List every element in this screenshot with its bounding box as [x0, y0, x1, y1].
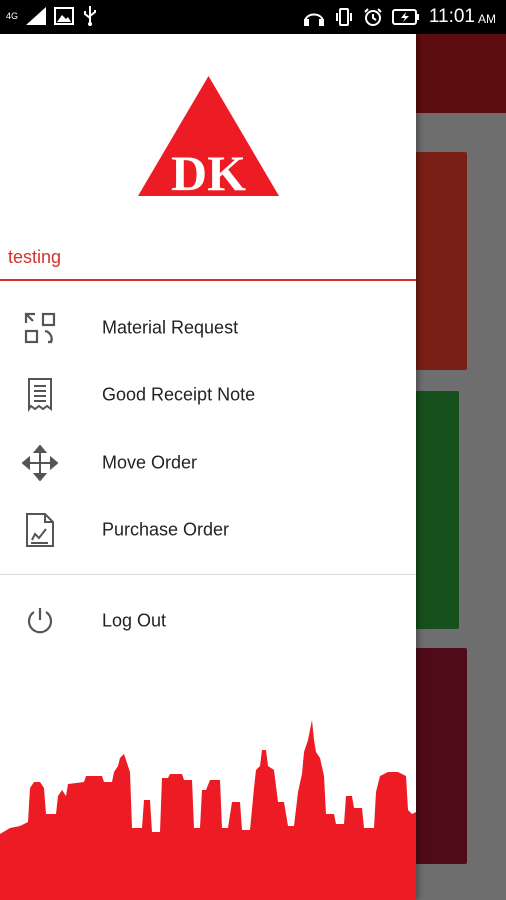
background-card	[415, 648, 467, 864]
svg-text:DK: DK	[171, 145, 246, 196]
logout-label: Log Out	[102, 610, 167, 631]
menu-divider	[0, 574, 416, 575]
purchase-order-icon	[22, 512, 58, 548]
clock-time: 11:01	[428, 6, 475, 27]
power-icon	[22, 603, 58, 639]
clock-ampm: AM	[478, 12, 496, 26]
drawer-menu: Material Request Good Receipt Note Move …	[0, 294, 416, 564]
headset-icon	[303, 8, 325, 26]
status-bar: 4G 11:01 AM	[0, 0, 506, 34]
menu-item-move-order[interactable]: Move Order	[0, 429, 416, 497]
menu-item-label: Purchase Order	[102, 519, 230, 540]
company-logo: DK	[138, 76, 279, 201]
signal-icon	[26, 7, 47, 25]
navigation-drawer: DK testing Material Request Good Receipt…	[0, 34, 416, 900]
menu-item-label: Move Order	[102, 452, 198, 473]
menu-item-good-receipt-note[interactable]: Good Receipt Note	[0, 362, 416, 430]
menu-item-material-request[interactable]: Material Request	[0, 294, 416, 362]
network-type: 4G	[6, 11, 19, 21]
city-skyline-illustration	[0, 710, 416, 900]
receipt-icon	[22, 377, 58, 413]
menu-item-purchase-order[interactable]: Purchase Order	[0, 497, 416, 565]
menu-item-label: Material Request	[102, 317, 239, 338]
user-name: testing	[8, 247, 62, 267]
background-card	[415, 152, 467, 370]
vibrate-icon	[334, 7, 354, 27]
move-arrows-icon	[22, 444, 58, 481]
background-card	[415, 391, 459, 629]
header-divider	[0, 279, 416, 281]
usb-icon	[82, 6, 98, 26]
battery-icon	[391, 9, 420, 25]
gallery-icon	[54, 7, 75, 25]
material-request-icon	[22, 310, 58, 346]
logout-button[interactable]: Log Out	[0, 587, 416, 655]
alarm-icon	[363, 7, 383, 27]
menu-item-label: Good Receipt Note	[102, 384, 256, 405]
